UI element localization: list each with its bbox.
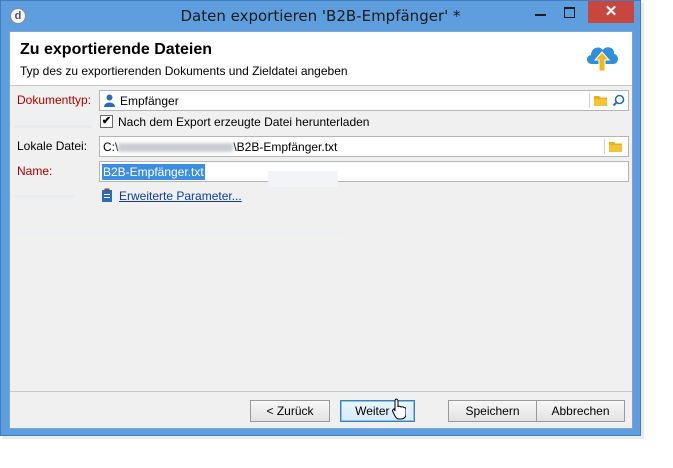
maximize-icon (564, 7, 575, 18)
field-divider (589, 93, 590, 108)
person-icon (104, 94, 115, 107)
minimize-button[interactable] (527, 1, 555, 23)
download-checkbox[interactable]: ✔ (100, 115, 113, 128)
minimize-icon (535, 14, 546, 16)
local-file-label: Lokale Datei: (17, 139, 88, 153)
folder-icon[interactable] (592, 91, 610, 110)
name-field[interactable]: B2B-Empfänger.txt (99, 161, 629, 182)
close-button[interactable]: ✕ (588, 1, 634, 23)
clipboard-icon (102, 188, 112, 202)
mouse-cursor-icon (392, 398, 406, 420)
dialog-window: d Daten exportieren 'B2B-Empfänger' * ✕ … (0, 0, 641, 436)
cancel-button[interactable]: Abbrechen (536, 400, 625, 422)
field-divider (604, 139, 605, 154)
header-separator (10, 85, 632, 86)
ghost-artifact (14, 232, 344, 234)
download-checkbox-label: Nach dem Export erzeugte Datei herunterl… (118, 115, 370, 129)
save-button[interactable]: Speichern (448, 400, 537, 422)
search-icon[interactable] (610, 91, 628, 110)
close-icon: ✕ (604, 3, 618, 20)
folder-icon[interactable] (607, 137, 625, 156)
advanced-parameters-link[interactable]: Erweiterte Parameter... (119, 189, 242, 203)
local-file-field[interactable]: C:\ \B2B-Empfänger.txt (99, 136, 629, 157)
doc-type-label: Dokumenttyp: (17, 93, 92, 107)
cloud-upload-icon (586, 47, 618, 72)
back-button[interactable]: < Zurück (250, 400, 330, 422)
redacted-path (118, 143, 234, 153)
local-file-suffix: \B2B-Empfänger.txt (233, 140, 338, 154)
ghost-artifact (14, 195, 74, 198)
dialog-body: Zu exportierende Dateien Typ des zu expo… (9, 31, 633, 429)
ghost-artifact (14, 125, 92, 128)
page-title: Zu exportierende Dateien (20, 41, 213, 58)
page-subtitle: Typ des zu exportierenden Dokuments und … (20, 64, 348, 78)
title-bar[interactable]: d Daten exportieren 'B2B-Empfänger' * ✕ (1, 1, 640, 31)
maximize-button[interactable] (556, 1, 584, 23)
doc-type-field[interactable]: Empfänger (99, 90, 629, 111)
footer-separator (10, 391, 632, 392)
doc-type-value: Empfänger (120, 94, 179, 108)
ghost-artifact (268, 171, 338, 187)
local-file-prefix: C:\ (103, 140, 119, 154)
name-value: B2B-Empfänger.txt (102, 164, 205, 180)
wizard-header: Zu exportierende Dateien Typ des zu expo… (10, 32, 632, 85)
name-label: Name: (17, 164, 53, 178)
